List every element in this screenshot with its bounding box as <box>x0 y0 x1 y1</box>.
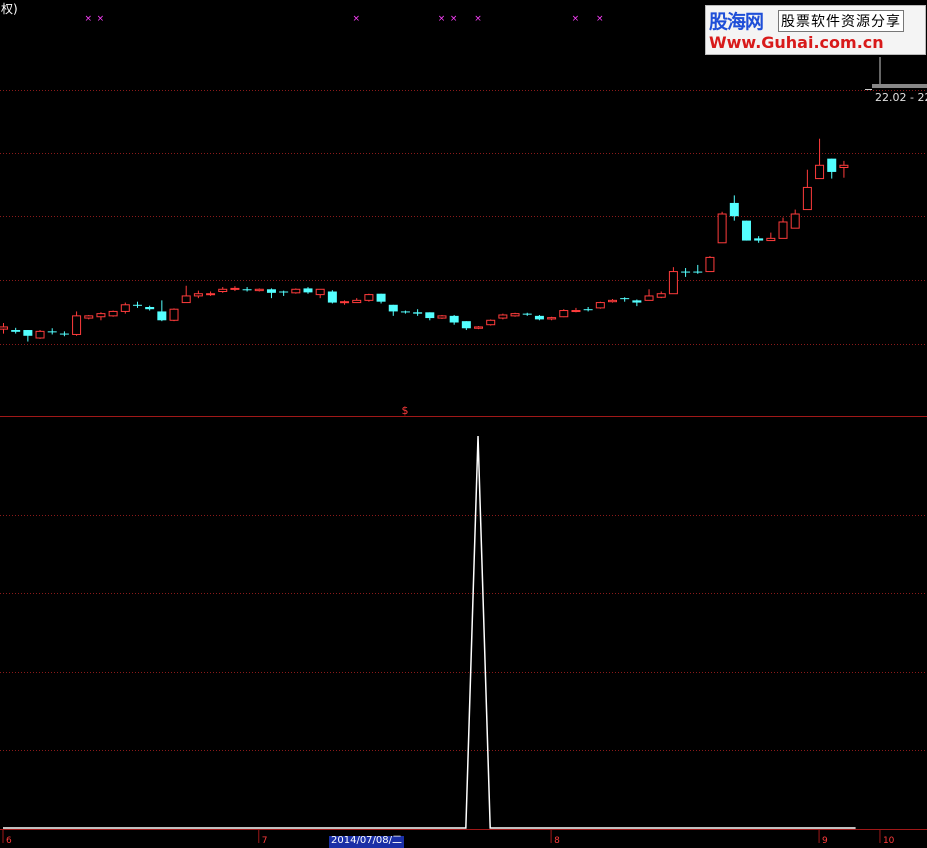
candle-body <box>839 164 849 169</box>
candle-body <box>668 271 678 295</box>
candle-body <box>425 312 435 319</box>
candle-body <box>547 317 557 320</box>
signal-x-marker: × <box>450 14 458 24</box>
candle-body <box>59 333 69 335</box>
candle-body <box>132 304 142 306</box>
candle-body <box>632 300 642 303</box>
candle-body <box>754 238 764 241</box>
candle-body <box>802 186 812 211</box>
watermark-logo: 股海网 股票软件资源分享 Www.Guhai.com.cn <box>705 5 926 55</box>
candle-body <box>376 293 386 302</box>
candle-body <box>644 295 654 301</box>
candle-body <box>778 221 788 239</box>
candle-body <box>449 315 459 323</box>
axis-tick-label: 8 <box>554 836 560 843</box>
candle-body <box>193 293 203 297</box>
price-level-bar <box>872 84 927 88</box>
candle-body <box>169 308 179 321</box>
candle-body <box>145 307 155 310</box>
candle-body <box>279 291 289 293</box>
candle-body <box>352 299 362 304</box>
candle-body <box>534 315 544 320</box>
signal-x-marker: × <box>438 14 446 24</box>
signal-x-marker: × <box>572 14 580 24</box>
candle-body <box>522 313 532 315</box>
candle-body <box>656 293 666 298</box>
candle-body <box>559 310 569 318</box>
candle-body <box>437 315 447 319</box>
signal-dollar-marker: $ <box>401 404 408 417</box>
candle-body <box>35 330 45 339</box>
candle-body <box>741 220 751 241</box>
candle-body <box>120 304 130 312</box>
candle-body <box>827 158 837 172</box>
candle-body <box>242 289 252 291</box>
candle-body <box>474 326 484 329</box>
candle-body <box>388 304 398 312</box>
indicator-line <box>3 435 856 829</box>
candle-body <box>96 313 106 318</box>
signal-x-marker: × <box>84 14 92 24</box>
candle-body <box>681 271 691 273</box>
axis-tick-label: 9 <box>822 836 828 843</box>
candle-body <box>510 313 520 317</box>
candle-body <box>790 213 800 229</box>
candle-body <box>717 213 727 244</box>
candle-body <box>595 302 605 309</box>
candle-body <box>47 331 57 333</box>
candle-body <box>729 202 739 217</box>
candle-body <box>181 295 191 304</box>
axis-tick-label: 10 <box>883 836 895 843</box>
candle-body <box>108 310 118 317</box>
signal-x-marker: × <box>474 14 482 24</box>
candle-body <box>327 291 337 303</box>
candle-body <box>620 298 630 300</box>
price-range-label: 22.02 - 22 <box>875 91 927 104</box>
candle-body <box>498 314 508 319</box>
candle-body <box>157 311 167 321</box>
candle-body <box>291 288 301 294</box>
candle-body <box>340 301 350 304</box>
candle-body <box>815 164 825 180</box>
candle-body <box>583 309 593 311</box>
watermark-url: Www.Guhai.com.cn <box>709 33 884 52</box>
candle-body <box>461 321 471 329</box>
candle-body <box>608 299 617 303</box>
candle-body <box>400 311 410 313</box>
candle-body <box>364 294 374 301</box>
candle-body <box>0 326 8 330</box>
candle-body <box>303 288 313 293</box>
candle-body <box>206 293 216 296</box>
stock-chart[interactable]: × × × × × × × × $6 7 8 9 10 <box>0 0 927 843</box>
chart-title: 权) <box>1 2 18 16</box>
candle-body <box>72 315 82 335</box>
candle-body <box>413 312 423 314</box>
watermark-brand: 股海网 <box>709 11 764 33</box>
candle-body <box>571 310 581 313</box>
candle-body <box>23 330 33 336</box>
signal-x-marker: × <box>596 14 604 24</box>
candle-body <box>315 288 325 296</box>
signal-x-marker: × <box>352 14 360 24</box>
candle-body <box>266 289 276 293</box>
candle-body <box>84 315 94 319</box>
axis-tick-label: 6 <box>6 836 12 843</box>
candle-body <box>218 288 228 292</box>
watermark-slogan: 股票软件资源分享 <box>778 10 904 32</box>
candle-body <box>693 271 703 273</box>
candle-body <box>486 319 496 326</box>
candle-body <box>766 237 776 242</box>
signal-x-marker: × <box>97 14 105 24</box>
candle-body <box>254 288 264 292</box>
cursor-date-box: 2014/07/08/二 <box>329 835 405 848</box>
candle-body <box>705 256 715 273</box>
axis-tick-label: 7 <box>262 836 268 843</box>
candle-body <box>11 330 21 332</box>
candle-body <box>230 287 240 290</box>
